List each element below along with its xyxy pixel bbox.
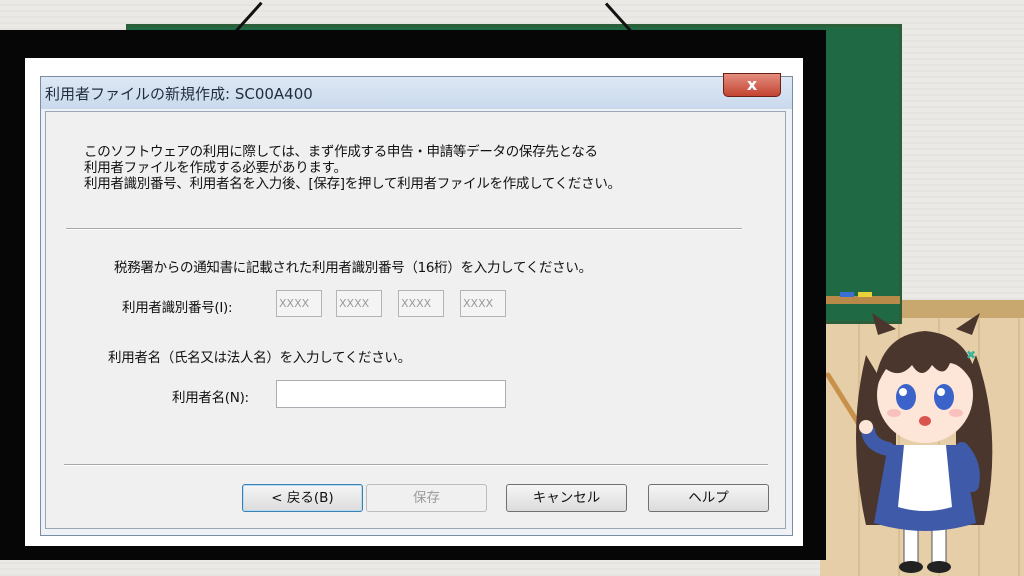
id-field-1[interactable]: XXXX [276, 290, 322, 317]
name-label: 利用者名(N): [172, 390, 249, 406]
hair-ear-left [872, 313, 896, 335]
apron [898, 445, 952, 511]
dialog-title: 利用者ファイルの新規作成: SC00A400 [45, 85, 313, 103]
intro-line: 利用者識別番号、利用者名を入力後、[保存]を押して利用者ファイルを作成してくださ… [84, 176, 621, 192]
help-button[interactable]: ヘルプ [648, 484, 769, 512]
intro-line: 利用者ファイルを作成する必要があります。 [84, 160, 347, 176]
id-prompt: 税務署からの通知書に記載された利用者識別番号（16桁）を入力してください。 [114, 260, 592, 276]
dialog-content: このソフトウェアの利用に際しては、まず作成する申告・申請等データの保存先となる … [45, 111, 786, 529]
hair-ear-right [956, 313, 980, 335]
title-bar[interactable]: 利用者ファイルの新規作成: SC00A400 x [41, 73, 792, 109]
separator-top [66, 228, 742, 230]
separator-bottom [64, 464, 768, 466]
dialog-window: 利用者ファイルの新規作成: SC00A400 x このソフトウェアの利用に際して… [40, 73, 793, 536]
id-label: 利用者識別番号(I): [122, 300, 233, 316]
back-button[interactable]: < 戻る(B) [242, 484, 363, 512]
intro-text: このソフトウェアの利用に際しては、まず作成する申告・申請等データの保存先となる … [84, 144, 621, 192]
close-icon: x [746, 75, 758, 94]
save-button[interactable]: 保存 [366, 484, 487, 512]
teacher-character-illustration: ✖ [826, 313, 993, 573]
name-prompt: 利用者名（氏名又は法人名）を入力してください。 [108, 350, 411, 366]
hair-clip-icon: ✖ [966, 348, 976, 362]
leg-left [903, 526, 919, 564]
cancel-button[interactable]: キャンセル [506, 484, 627, 512]
mouth [919, 416, 931, 426]
leg-right [931, 526, 947, 564]
intro-line: このソフトウェアの利用に際しては、まず作成する申告・申請等データの保存先となる [84, 144, 598, 160]
id-field-4[interactable]: XXXX [460, 290, 506, 317]
id-field-2[interactable]: XXXX [336, 290, 382, 317]
close-button[interactable]: x [723, 73, 781, 97]
eye-right [934, 384, 954, 410]
eye-left [896, 384, 916, 410]
shoe-left [899, 561, 923, 573]
shoe-right [927, 561, 951, 573]
hand-left [859, 420, 873, 434]
id-field-3[interactable]: XXXX [398, 290, 444, 317]
name-input[interactable] [276, 380, 506, 408]
